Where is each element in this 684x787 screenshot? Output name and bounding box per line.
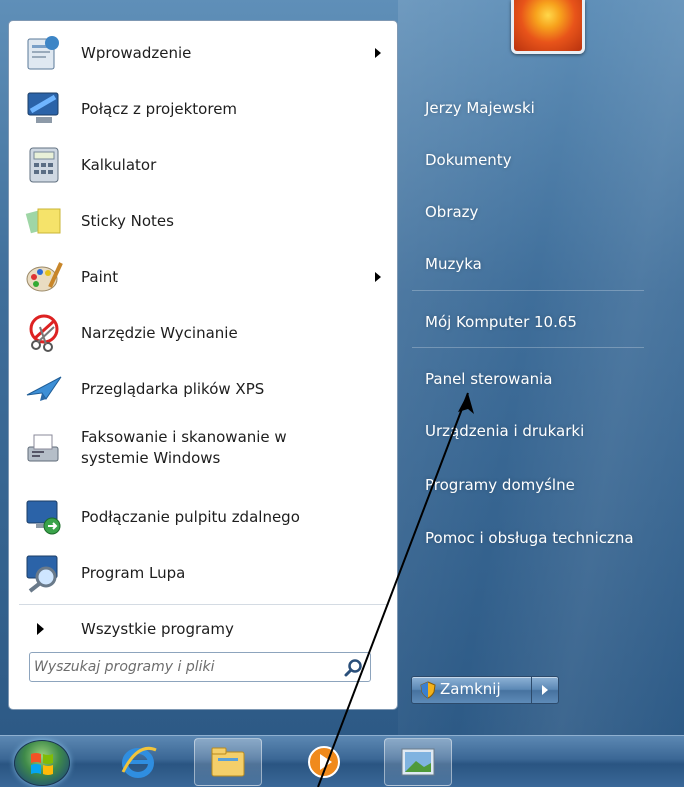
internet-explorer-icon [121, 746, 157, 778]
program-item-xps-viewer[interactable]: Przeglądarka plików XPS [9, 361, 397, 417]
projector-icon [23, 88, 65, 130]
shutdown-label: Zamknij [440, 680, 501, 698]
right-divider [412, 290, 644, 291]
right-divider [412, 347, 644, 348]
program-item-paint[interactable]: Paint [9, 249, 397, 305]
start-button[interactable] [14, 740, 70, 786]
program-label: Paint [81, 268, 119, 286]
right-link-music[interactable]: Muzyka [425, 254, 482, 274]
getting-started-icon [23, 32, 65, 74]
program-item-magnifier[interactable]: Program Lupa [9, 545, 397, 601]
program-item-projector[interactable]: Połącz z projektorem [9, 81, 397, 137]
program-label: Kalkulator [81, 156, 157, 174]
picture-viewer-icon [401, 748, 435, 776]
right-link-computer[interactable]: Mój Komputer 10.65 [425, 312, 577, 332]
search-box[interactable] [29, 652, 371, 682]
right-link-control-panel[interactable]: Panel sterowania [425, 369, 553, 389]
remote-desktop-icon [23, 496, 65, 538]
chevron-right-icon [542, 685, 548, 695]
all-programs-divider [19, 604, 389, 605]
windows-logo-icon [31, 753, 53, 775]
program-label: Połącz z projektorem [81, 100, 238, 118]
all-programs-label: Wszystkie programy [81, 620, 234, 638]
submenu-arrow-icon [375, 272, 381, 282]
program-item-calculator[interactable]: Kalkulator [9, 137, 397, 193]
search-input[interactable] [34, 656, 334, 678]
program-label: Przeglądarka plików XPS [81, 380, 265, 398]
program-label: Wprowadzenie [81, 44, 192, 62]
program-item-fax-scan[interactable]: Faksowanie i skanowanie w systemie Windo… [9, 417, 397, 481]
taskbar-media-player[interactable] [290, 738, 358, 786]
shutdown-control: Zamknij [411, 676, 559, 704]
program-item-getting-started[interactable]: Wprowadzenie [9, 25, 397, 81]
program-item-sticky-notes[interactable]: Sticky Notes [9, 193, 397, 249]
xps-viewer-icon [23, 368, 65, 410]
taskbar-internet-explorer[interactable] [104, 738, 172, 786]
paint-icon [23, 256, 65, 298]
snipping-tool-icon [23, 312, 65, 354]
programs-pane: Wprowadzenie Połącz z projektorem Kalkul… [8, 20, 398, 710]
program-item-snipping-tool[interactable]: Narzędzie Wycinanie [9, 305, 397, 361]
right-link-pictures[interactable]: Obrazy [425, 202, 478, 222]
right-link-default-programs[interactable]: Programy domyślne [425, 475, 575, 495]
program-item-remote-desktop[interactable]: Podłączanie pulpitu zdalnego [9, 489, 397, 545]
right-link-help-support[interactable]: Pomoc i obsługa techniczna [425, 528, 634, 548]
fax-scan-icon [23, 428, 65, 470]
all-programs-button[interactable]: Wszystkie programy [9, 613, 397, 647]
magnifier-icon [23, 552, 65, 594]
program-label-line2: systemie Windows [81, 449, 221, 467]
shutdown-button[interactable]: Zamknij [412, 677, 532, 703]
program-label-line1: Faksowanie i skanowanie w [81, 428, 287, 446]
shield-icon [420, 681, 436, 699]
expand-arrow-icon [37, 623, 44, 635]
file-explorer-icon [211, 747, 245, 777]
program-label: Narzędzie Wycinanie [81, 324, 238, 342]
submenu-arrow-icon [375, 48, 381, 58]
program-label: Sticky Notes [81, 212, 174, 230]
media-player-icon [308, 746, 340, 778]
taskbar-picture-viewer[interactable] [384, 738, 452, 786]
user-avatar[interactable] [511, 0, 585, 54]
right-link-documents[interactable]: Dokumenty [425, 150, 512, 170]
program-label: Podłączanie pulpitu zdalnego [81, 508, 300, 526]
search-icon[interactable] [343, 657, 365, 679]
taskbar [0, 735, 684, 787]
taskbar-file-explorer[interactable] [194, 738, 262, 786]
right-link-user[interactable]: Jerzy Majewski [425, 98, 535, 118]
shutdown-options-button[interactable] [532, 677, 558, 703]
right-link-devices-printers[interactable]: Urządzenia i drukarki [425, 421, 584, 441]
sticky-notes-icon [23, 200, 65, 242]
calculator-icon [23, 144, 65, 186]
program-label: Program Lupa [81, 564, 186, 582]
